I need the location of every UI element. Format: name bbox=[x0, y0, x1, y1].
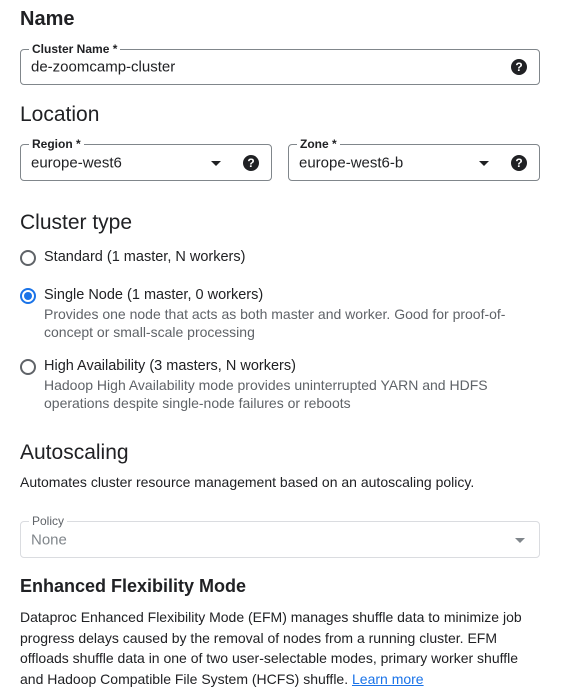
region-value: europe-west6 bbox=[31, 154, 122, 171]
cluster-name-label: Cluster Name * bbox=[29, 42, 121, 56]
chevron-down-icon[interactable] bbox=[515, 537, 525, 543]
cluster-type-heading: Cluster type bbox=[20, 211, 133, 234]
location-heading: Location bbox=[20, 103, 100, 126]
radio-high-availability[interactable] bbox=[20, 359, 36, 375]
policy-label: Policy bbox=[29, 514, 68, 528]
zone-label: Zone * bbox=[297, 137, 340, 151]
region-select[interactable]: Region * europe-west6 ? bbox=[20, 137, 272, 181]
chevron-down-icon[interactable] bbox=[211, 160, 221, 166]
name-heading: Name bbox=[20, 8, 75, 30]
policy-select[interactable]: Policy None bbox=[20, 514, 540, 558]
autoscaling-description: Automates cluster resource management ba… bbox=[20, 474, 475, 490]
radio-single-node[interactable] bbox=[20, 288, 36, 304]
radio-single-node-label[interactable]: Single Node (1 master, 0 workers) bbox=[44, 287, 263, 303]
radio-high-availability-label[interactable]: High Availability (3 masters, N workers) bbox=[44, 358, 296, 374]
zone-value: europe-west6-b bbox=[299, 154, 404, 171]
policy-value: None bbox=[31, 531, 67, 548]
help-icon[interactable]: ? bbox=[511, 154, 527, 171]
radio-single-node-description: Provides one node that acts as both mast… bbox=[44, 306, 506, 340]
efm-description: Dataproc Enhanced Flexibility Mode (EFM)… bbox=[20, 609, 522, 687]
help-icon[interactable]: ? bbox=[511, 59, 527, 75]
efm-heading: Enhanced Flexibility Mode bbox=[20, 576, 247, 596]
radio-standard[interactable] bbox=[20, 250, 36, 266]
cluster-name-input[interactable]: de-zoomcamp-cluster bbox=[31, 59, 175, 76]
radio-high-availability-description: Hadoop High Availability mode provides u… bbox=[44, 377, 488, 411]
learn-more-link[interactable]: Learn more bbox=[352, 671, 424, 687]
help-icon[interactable]: ? bbox=[243, 154, 259, 171]
cluster-name-field[interactable]: Cluster Name * de-zoomcamp-cluster ? bbox=[20, 42, 540, 85]
autoscaling-heading: Autoscaling bbox=[20, 441, 129, 464]
chevron-down-icon[interactable] bbox=[479, 160, 489, 166]
radio-standard-label[interactable]: Standard (1 master, N workers) bbox=[44, 249, 245, 265]
efm-description-block: Dataproc Enhanced Flexibility Mode (EFM)… bbox=[20, 607, 540, 689]
zone-select[interactable]: Zone * europe-west6-b ? bbox=[288, 137, 540, 181]
region-label: Region * bbox=[29, 137, 84, 151]
